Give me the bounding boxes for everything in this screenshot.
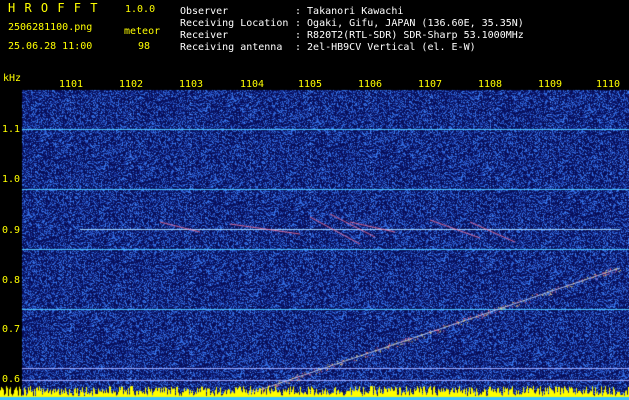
receiver-value: : R820T2(RTL-SDR) SDR-Sharp 53.1000MHz bbox=[295, 30, 524, 41]
x-tick-label: 1101 bbox=[59, 79, 84, 90]
x-tick-label: 1108 bbox=[478, 79, 503, 90]
detection-label: meteor bbox=[124, 26, 161, 37]
app-version: 1.0.0 bbox=[125, 4, 156, 15]
x-tick-label: 1109 bbox=[538, 79, 563, 90]
y-tick-label: 0.7 bbox=[2, 324, 21, 335]
app-name: H R O F F T bbox=[8, 1, 99, 15]
observer-value: : Takanori Kawachi bbox=[295, 6, 404, 17]
spectrogram-canvas bbox=[0, 72, 629, 400]
detection-count: 98 bbox=[138, 41, 151, 52]
x-tick-label: 1106 bbox=[358, 79, 383, 90]
observer-label: Observer bbox=[180, 6, 229, 17]
y-tick-label: 1.1 bbox=[2, 124, 21, 135]
y-tick-label: 1.0 bbox=[2, 174, 21, 185]
location-label: Receiving Location bbox=[180, 18, 289, 29]
datetime: 25.06.28 11:00 bbox=[8, 41, 93, 52]
y-tick-label: 0.8 bbox=[2, 275, 21, 286]
x-tick-label: 1107 bbox=[418, 79, 443, 90]
x-tick-label: 1102 bbox=[119, 79, 144, 90]
header-panel: H R O F F T 1.0.0 2506281100.png 25.06.2… bbox=[0, 0, 629, 72]
filename: 2506281100.png bbox=[8, 22, 93, 33]
x-tick-label: 1105 bbox=[298, 79, 323, 90]
x-tick-label: 1103 bbox=[179, 79, 204, 90]
antenna-value: : 2el-HB9CV Vertical (el. E-W) bbox=[295, 42, 476, 53]
location-value: : Ogaki, Gifu, JAPAN (136.60E, 35.35N) bbox=[295, 18, 524, 29]
x-tick-label: 1110 bbox=[596, 79, 621, 90]
antenna-label: Receiving antenna bbox=[180, 42, 283, 53]
receiver-label: Receiver bbox=[180, 30, 229, 41]
y-axis-unit-label: kHz bbox=[3, 73, 22, 84]
x-tick-label: 1104 bbox=[240, 79, 265, 90]
y-tick-label: 0.6 bbox=[2, 374, 21, 385]
y-tick-label: 0.9 bbox=[2, 225, 21, 236]
